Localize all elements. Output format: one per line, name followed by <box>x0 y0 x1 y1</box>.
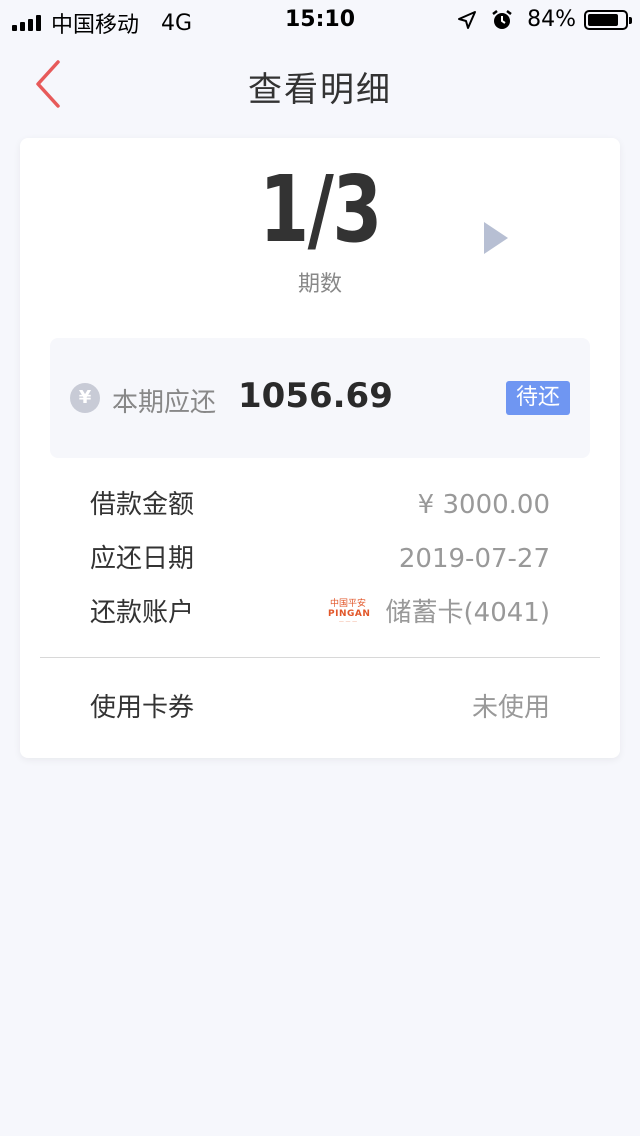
installment-card: 1/3 期数 ¥ 本期应还 1056.69 待还 借款金额 ¥ 3000.00 … <box>20 138 620 758</box>
status-right: 84% <box>457 7 632 32</box>
due-date-value: 2019-07-27 <box>398 544 550 574</box>
coupon-label: 使用卡券 <box>90 693 195 723</box>
period-label: 期数 <box>297 272 342 297</box>
loan-amount-value: ¥ 3000.00 <box>417 490 550 520</box>
coupon-value: 未使用 <box>471 693 550 723</box>
status-badge: 待还 <box>506 381 570 415</box>
nav-bar: 查看明细 <box>0 40 640 128</box>
bank-logo-cn: 中国平安 <box>329 599 366 609</box>
repay-account-label: 还款账户 <box>90 598 195 628</box>
yen-icon: ¥ <box>70 383 100 413</box>
coupon-row[interactable]: 使用卡券 未使用 <box>90 686 550 730</box>
pingan-bank-logo: 中国平安 PINGAN — — — <box>328 599 371 625</box>
due-amount: 1056.69 <box>238 376 393 416</box>
due-date-row: 应还日期 2019-07-27 <box>90 537 550 581</box>
next-period-arrow-icon[interactable] <box>482 220 510 256</box>
loan-amount-label: 借款金额 <box>90 490 195 520</box>
battery-percent: 84% <box>527 7 576 32</box>
repay-account-value: 储蓄卡(4041) <box>385 598 550 628</box>
due-summary: ¥ 本期应还 1056.69 待还 <box>50 338 590 458</box>
divider <box>40 657 600 658</box>
repay-account-row: 还款账户 中国平安 PINGAN — — — 储蓄卡(4041) <box>90 591 550 635</box>
bank-logo-en: PINGAN <box>328 609 371 619</box>
battery-cap <box>629 16 632 24</box>
status-bar: 中国移动 4G 15:10 84% <box>0 0 640 40</box>
battery-fill <box>588 13 619 26</box>
due-label: 本期应还 <box>112 388 217 418</box>
alarm-clock-icon <box>492 9 512 29</box>
loan-amount-row: 借款金额 ¥ 3000.00 <box>90 483 550 527</box>
battery-icon <box>584 9 632 30</box>
page-title: 查看明细 <box>248 70 392 110</box>
location-arrow-icon <box>458 10 477 29</box>
due-date-label: 应还日期 <box>90 544 195 574</box>
